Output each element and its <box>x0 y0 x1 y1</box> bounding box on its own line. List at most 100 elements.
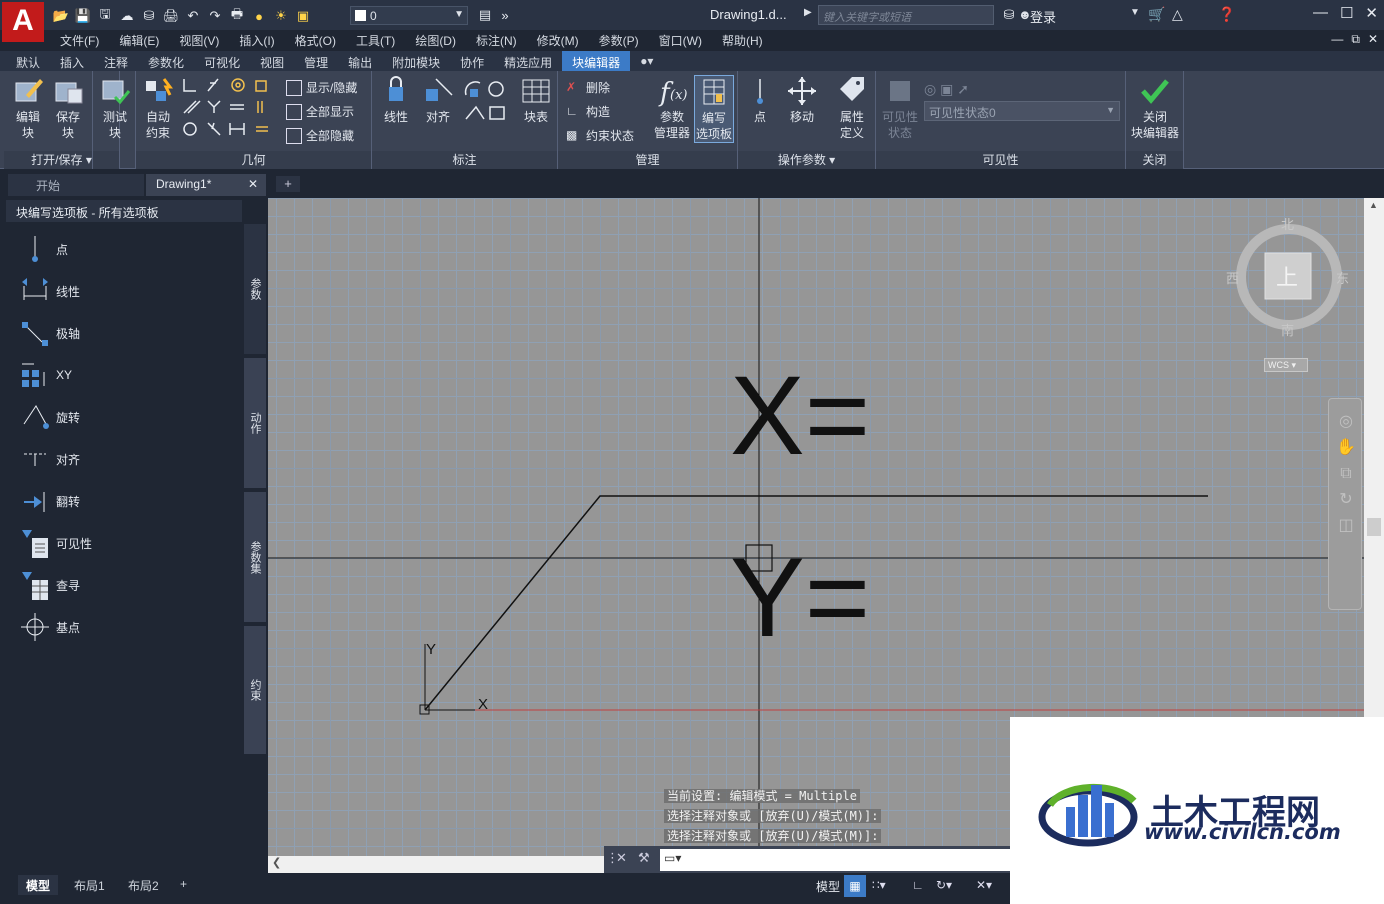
panel-title-action-parameters[interactable]: 操作参数 ▾ <box>738 151 875 169</box>
lock-icon[interactable]: ▣ <box>294 7 312 25</box>
scroll-up-icon[interactable]: ▲ <box>1369 200 1378 210</box>
show-all-button[interactable]: 全部显示 <box>286 103 354 120</box>
autodesk-app-icon[interactable]: △ <box>1172 6 1183 23</box>
ortho-icon[interactable]: ∟ <box>912 878 924 892</box>
new-tab-button[interactable]: + <box>276 176 300 192</box>
close-command-icon[interactable]: ✕ <box>616 850 627 866</box>
viewcube-top-face[interactable]: 上 <box>1276 260 1298 292</box>
save-block-button[interactable]: 保存 块 <box>48 75 88 141</box>
wrench-icon[interactable]: ⚒ <box>638 850 650 866</box>
constraint-state-button[interactable]: ▩ 约束状态 <box>566 127 634 144</box>
menu-parametric[interactable]: 参数(P) <box>589 30 649 50</box>
isodraft-icon[interactable]: ✕▾ <box>976 878 992 892</box>
tab-addins[interactable]: 附加模块 <box>382 51 450 71</box>
layer-dropdown[interactable]: 0 ▼ <box>350 6 468 25</box>
tab-annotate[interactable]: 注释 <box>94 51 138 71</box>
tab-home[interactable]: 默认 <box>6 51 50 71</box>
open-web-icon[interactable]: ☁ <box>118 7 136 25</box>
file-tab-start[interactable]: 开始 <box>8 174 144 196</box>
authoring-palette-button[interactable]: 编写 选项板 <box>694 75 734 143</box>
visibility-state-button[interactable]: 可见性 状态 <box>880 75 920 141</box>
tab-featured-apps[interactable]: 精选应用 <box>494 51 562 71</box>
menu-edit[interactable]: 编辑(E) <box>109 30 169 50</box>
command-prompt-icon[interactable]: ▭▾ <box>664 851 681 865</box>
tab-parametric[interactable]: 参数化 <box>138 51 194 71</box>
cart-icon[interactable]: 🛒 <box>1148 6 1165 23</box>
menu-insert[interactable]: 插入(I) <box>229 30 284 50</box>
steering-wheel-icon[interactable]: ◎ <box>1335 409 1357 435</box>
menu-tools[interactable]: 工具(T) <box>346 30 405 50</box>
snap-icon[interactable]: ∷▾ <box>872 878 886 892</box>
sun-icon[interactable]: ☀ <box>272 7 290 25</box>
viewcube-east[interactable]: 东 <box>1336 268 1349 287</box>
palette-item-rotation[interactable]: 旋转 <box>6 396 242 438</box>
chevron-right-icon[interactable]: ▶ <box>804 7 812 18</box>
polar-tracking-icon[interactable]: ↻▾ <box>936 878 952 892</box>
tab-view[interactable]: 视图 <box>250 51 294 71</box>
redo-icon[interactable]: ↷ <box>206 7 224 25</box>
model-space-toggle[interactable]: 模型 <box>816 878 840 895</box>
scroll-thumb[interactable] <box>1367 518 1381 536</box>
close-icon[interactable]: ✕ <box>1365 4 1378 22</box>
parameter-manager-button[interactable]: f (x) 参数 管理器 <box>652 75 692 141</box>
tab-manage[interactable]: 管理 <box>294 51 338 71</box>
menu-format[interactable]: 格式(O) <box>285 30 346 50</box>
add-layout-button[interactable]: + <box>172 875 195 895</box>
show-hide-button[interactable]: 显示/隐藏 <box>286 79 357 96</box>
tab-block-editor[interactable]: 块编辑器 <box>562 51 631 71</box>
plot-icon[interactable]: 🖨 <box>162 7 180 25</box>
viewcube[interactable]: 北 南 东 西 上 <box>1226 217 1349 338</box>
maximize-icon[interactable]: ☐ <box>1340 4 1353 22</box>
menu-draw[interactable]: 绘图(D) <box>405 30 466 50</box>
panel-title-close[interactable]: 关闭 <box>1126 151 1183 169</box>
close-tab-icon[interactable]: ✕ <box>248 177 258 191</box>
palette-tab-actions[interactable]: 动作 <box>244 358 266 488</box>
palette-item-polar[interactable]: 极轴 <box>6 312 242 354</box>
layout-tab-layout2[interactable]: 布局2 <box>120 875 167 895</box>
palette-item-visibility[interactable]: 可见性 <box>6 522 242 564</box>
menu-modify[interactable]: 修改(M) <box>527 30 589 50</box>
ribbon-options-icon[interactable]: ●▾ <box>630 51 663 71</box>
zoom-icon[interactable]: ⧉ <box>1335 461 1357 487</box>
pan-hand-icon[interactable]: ✋ <box>1335 435 1357 461</box>
menu-view[interactable]: 视图(V) <box>169 30 229 50</box>
layer-properties-icon[interactable]: ▤ <box>476 6 494 24</box>
attribute-definition-button[interactable]: 属性 定义 <box>832 75 872 141</box>
sign-in-link[interactable]: 登录 <box>1030 7 1056 26</box>
doc-close-icon[interactable]: ✕ <box>1368 32 1378 47</box>
application-menu-button[interactable]: A <box>2 2 44 42</box>
chevron-down-icon[interactable]: ▼ <box>1130 7 1140 18</box>
wcs-menu[interactable]: WCS ▾ <box>1264 358 1308 372</box>
plot-preview-icon[interactable]: 🖶 <box>228 6 246 25</box>
construction-button[interactable]: ∟ 构造 <box>566 103 610 120</box>
palette-tab-parameters[interactable]: 参数 <box>244 224 266 354</box>
menu-window[interactable]: 窗口(W) <box>649 30 712 50</box>
tab-output[interactable]: 输出 <box>338 51 382 71</box>
visibility-state-select[interactable]: 可见性状态0 ▼ <box>924 101 1120 121</box>
point-param-button[interactable]: 点 <box>742 75 778 125</box>
search-input[interactable]: 键入关键字或短语 <box>818 5 994 25</box>
aligned-button[interactable]: 对齐 <box>416 75 460 125</box>
palette-tab-parameter-sets[interactable]: 参数集 <box>244 492 266 622</box>
nav-tools[interactable]: ◎ ✋ ⧉ ↻ ◫ <box>1335 409 1357 539</box>
test-block-button[interactable]: 测试 块 <box>95 75 135 141</box>
palette-item-flip[interactable]: 翻转 <box>6 480 242 522</box>
tab-visualize[interactable]: 可视化 <box>194 51 250 71</box>
viewcube-north[interactable]: 北 <box>1281 214 1294 233</box>
viewcube-west[interactable]: 西 <box>1226 268 1239 287</box>
menu-file[interactable]: 文件(F) <box>50 30 109 50</box>
overflow-icon[interactable]: » <box>496 6 514 24</box>
file-tab-drawing[interactable]: Drawing1* ✕ <box>146 174 266 196</box>
save-as-icon[interactable]: 🖫 <box>96 6 114 25</box>
palette-tab-constraints[interactable]: 约束 <box>244 626 266 754</box>
geometric-constraints-grid[interactable] <box>182 77 278 145</box>
layout-tab-model[interactable]: 模型 <box>18 875 59 895</box>
command-input[interactable]: ▭▾ <box>660 849 1012 871</box>
open-icon[interactable]: 📂 <box>52 7 70 25</box>
delete-button[interactable]: ✗ 删除 <box>566 79 610 96</box>
palette-item-basepoint[interactable]: 基点 <box>6 606 242 648</box>
layout-tab-layout1[interactable]: 布局1 <box>66 875 113 895</box>
visibility-mode-icons[interactable]: ◎ ▣ ➚ <box>924 81 969 98</box>
horizontal-scrollbar[interactable]: ❮ <box>268 856 604 873</box>
showmotion-icon[interactable]: ◫ <box>1335 513 1357 539</box>
